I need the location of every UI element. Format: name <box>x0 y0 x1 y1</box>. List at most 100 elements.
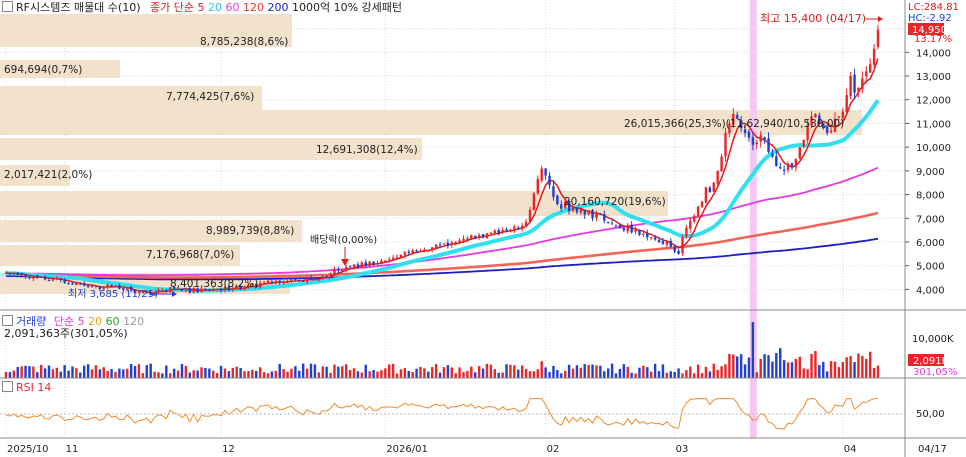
volume-bar <box>188 372 191 378</box>
volume-bar <box>227 371 231 378</box>
candle-body <box>20 274 23 276</box>
hc-label: HC:-2.92 <box>908 13 952 24</box>
volume-bar <box>724 364 727 378</box>
candle-body <box>4 272 8 274</box>
volume-bar <box>818 365 821 378</box>
volume-bar <box>231 368 235 378</box>
candle-body <box>665 241 669 245</box>
candle-body <box>16 272 19 275</box>
volume-bar <box>446 365 450 378</box>
volume-bar <box>24 365 27 378</box>
candle-body <box>395 257 399 259</box>
volume-bar <box>462 372 465 378</box>
volume-toggle-checkbox[interactable] <box>2 315 13 326</box>
volume-bar <box>567 364 571 378</box>
candle-body <box>446 242 450 246</box>
volume-bar <box>603 371 606 378</box>
candle-body <box>595 212 598 218</box>
candle-body <box>274 280 278 284</box>
volume-bar <box>51 369 55 378</box>
candle-body <box>610 223 614 225</box>
panel-toggle-checkbox[interactable] <box>2 1 13 12</box>
candle-body <box>466 238 469 240</box>
candle-body <box>724 132 727 157</box>
candle-body <box>438 244 442 246</box>
candle-body <box>75 282 78 286</box>
volume-bar <box>55 367 59 378</box>
volume-bar <box>368 371 371 378</box>
volume-bar <box>153 371 156 378</box>
candle-body <box>560 204 563 209</box>
volume-bar <box>689 366 692 378</box>
volume-bar <box>634 373 637 378</box>
candle-body <box>325 275 328 277</box>
candle-body <box>747 131 751 138</box>
volume-bar <box>536 369 540 378</box>
y-tick-label: 5,000 <box>916 262 945 273</box>
current-price: 14,950 <box>912 25 947 36</box>
candle-body <box>779 167 782 169</box>
y-tick-label: 11,000 <box>916 119 951 130</box>
volume-bar <box>493 369 496 378</box>
volume-bar <box>4 371 8 378</box>
price-panel-header: RF시스템즈 매물대 수(10) 종가 단순 5 20 60 120 200 1… <box>2 1 402 14</box>
volume-bar <box>243 371 246 378</box>
candle-body <box>301 280 305 282</box>
legend-item: 200 <box>267 1 292 14</box>
volume-bar <box>579 367 583 378</box>
volume-bar <box>313 364 317 378</box>
volume-bar <box>865 358 868 378</box>
volume-bar <box>380 370 383 378</box>
candle-body <box>857 87 860 92</box>
volume-bar <box>274 370 278 378</box>
candle-body <box>391 257 395 260</box>
volume-bar <box>751 322 755 378</box>
candle-body <box>603 214 606 221</box>
candle-body <box>63 280 66 283</box>
candle-body <box>782 169 786 171</box>
x-tick-label: 2026/01 <box>386 444 428 455</box>
volume-bar <box>704 366 708 378</box>
volume-bar <box>868 351 872 378</box>
volume-bar <box>208 368 211 378</box>
candle-body <box>771 153 774 157</box>
candle-body <box>32 276 35 279</box>
volume-bar <box>505 364 508 378</box>
volume-bar <box>98 369 102 378</box>
volume-bar <box>266 373 270 378</box>
volume-bar <box>759 358 762 378</box>
stock-chart: 8,785,238(8,6%) 694,694(0,7%) 7,774,425(7,… <box>0 0 966 457</box>
volume-bar <box>833 361 837 378</box>
volume-bar <box>497 372 500 378</box>
candle-body <box>673 247 676 252</box>
volume-bar <box>258 367 262 378</box>
rsi-toggle-checkbox[interactable] <box>2 381 13 392</box>
candle-body <box>775 156 778 167</box>
volume-bar <box>685 370 688 378</box>
candle-body <box>872 48 876 65</box>
candle-body <box>333 269 336 274</box>
candle-body <box>802 140 805 147</box>
candle-body <box>356 264 360 267</box>
volume-current: 2,091K <box>913 356 949 367</box>
volume-bar <box>669 371 672 378</box>
volume-bar <box>763 354 766 378</box>
candle-body <box>407 251 410 254</box>
candle-body <box>829 130 833 133</box>
volume-bar <box>481 368 485 378</box>
volume-bar <box>524 368 528 378</box>
candle-body <box>700 201 704 208</box>
candle-body <box>47 279 51 281</box>
high-price-label: 최고 15,400 (04/17) <box>760 12 866 25</box>
volume-bar <box>262 372 266 378</box>
candle-body <box>12 272 16 275</box>
y-tick-label: 9,000 <box>916 167 945 178</box>
volume-profile-label: 7,774,425(7,6%) <box>166 91 254 103</box>
volume-bar <box>485 363 489 378</box>
volume-bar <box>215 373 219 378</box>
candle-body <box>599 213 602 215</box>
candle-body <box>454 241 457 244</box>
candle-body <box>423 249 426 251</box>
volume-profile-label: 8,401,363(8,2%) <box>170 278 258 290</box>
candle-body <box>485 233 489 239</box>
